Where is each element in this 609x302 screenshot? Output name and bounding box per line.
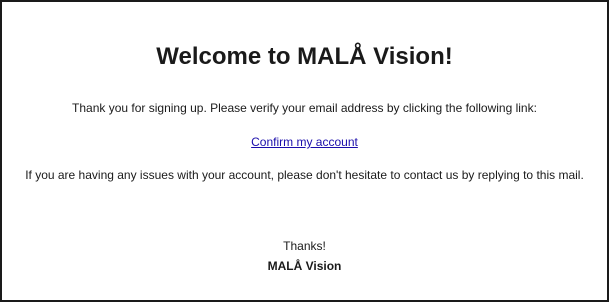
intro-text: Thank you for signing up. Please verify … [72, 101, 537, 115]
email-body: Welcome to MALÅ Vision! Thank you for si… [0, 0, 609, 302]
confirm-account-link[interactable]: Confirm my account [251, 135, 358, 149]
thanks-text: Thanks! [283, 239, 326, 253]
issues-text: If you are having any issues with your a… [25, 168, 584, 182]
email-title: Welcome to MALÅ Vision! [156, 43, 453, 70]
confirm-link-row: Confirm my account [2, 134, 607, 150]
signature: MALÅ Vision [267, 259, 342, 273]
